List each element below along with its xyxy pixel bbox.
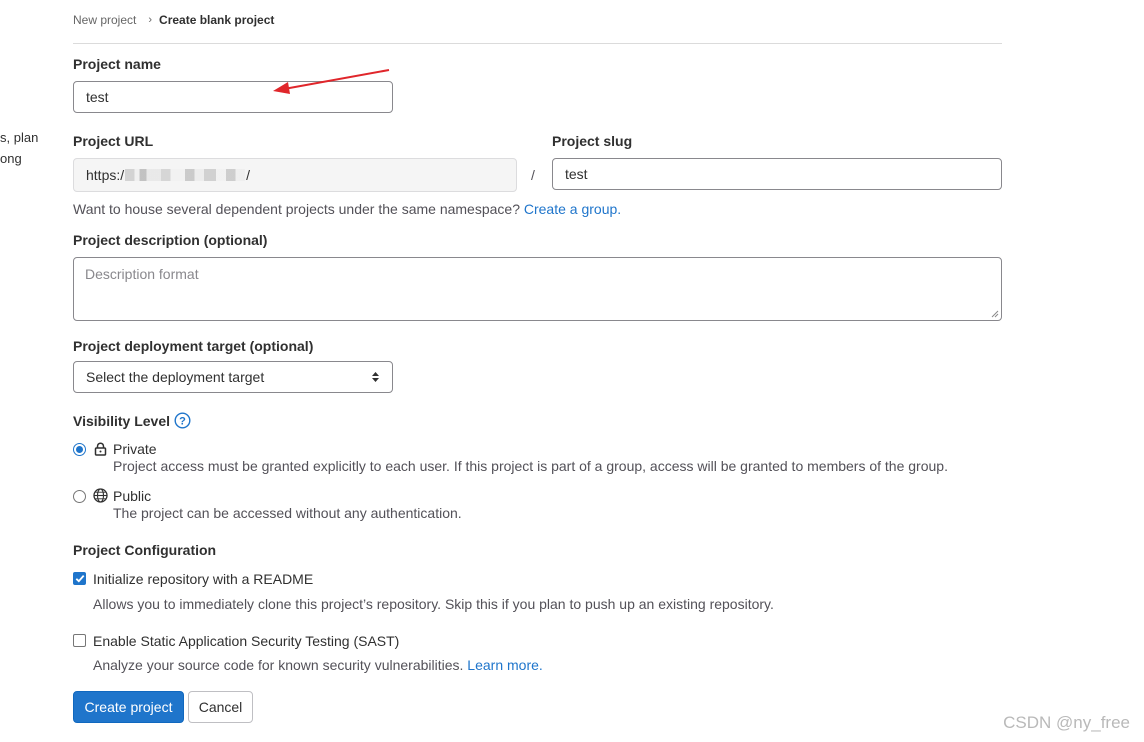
divider [73,43,1002,44]
globe-icon [93,488,108,503]
sast-checkbox[interactable] [73,634,86,647]
configuration-label: Project Configuration [73,542,217,558]
sast-desc: Analyze your source code for known secur… [93,657,464,673]
chevron-right-icon: › [148,14,153,26]
project-url-prefix: https:/ [86,167,125,183]
project-name-label: Project name [73,56,161,72]
description-textarea[interactable]: Description format [73,257,1002,321]
project-slug-value: test [565,166,588,182]
url-slash: / [531,167,535,183]
namespace-help: Want to house several dependent projects… [73,201,621,217]
create-group-link[interactable]: Create a group. [524,201,621,217]
visibility-label: Visibility Level [73,412,171,429]
readme-checkbox[interactable] [73,572,86,585]
svg-text:?: ? [179,416,186,428]
sast-desc-line: Analyze your source code for known secur… [93,657,543,673]
readme-desc: Allows you to immediately clone this pro… [93,596,774,612]
watermark: CSDN @ny_free [1003,713,1130,732]
breadcrumb-new-project[interactable]: New project [73,13,136,27]
cutoff-text-2: ong [0,151,22,166]
readme-label[interactable]: Initialize repository with a README [93,571,313,587]
resize-handle-icon[interactable] [991,310,999,318]
breadcrumb: New project › Create blank project [73,13,274,27]
visibility-public-radio[interactable] [73,490,86,503]
project-slug-input[interactable]: test [552,158,1002,190]
deployment-selected: Select the deployment target [86,369,265,385]
project-url-input[interactable]: https:/ / [73,158,517,192]
question-icon[interactable]: ? [174,412,191,429]
visibility-public-desc: The project can be accessed without any … [113,505,462,521]
project-url-label: Project URL [73,133,154,149]
visibility-heading: Visibility Level ? [73,412,191,429]
namespace-help-text: Want to house several dependent projects… [73,201,520,217]
learn-more-link[interactable]: Learn more. [467,657,542,673]
deployment-select[interactable]: Select the deployment target [73,361,393,393]
project-url-suffix: / [246,167,251,183]
visibility-public-label: Public [113,488,152,504]
breadcrumb-current: Create blank project [159,13,275,27]
cutoff-text-1: s, plan [0,130,39,145]
sast-label[interactable]: Enable Static Application Security Testi… [93,633,399,649]
visibility-private-desc: Project access must be granted explicitl… [113,458,948,474]
create-project-button[interactable]: Create project [73,691,184,723]
description-placeholder: Description format [85,266,199,282]
checkmark-icon [75,575,84,583]
select-arrows-icon [372,372,379,382]
visibility-private-label: Private [113,441,157,457]
deployment-label: Project deployment target (optional) [73,338,314,354]
project-slug-label: Project slug [552,133,633,149]
annotation-arrow-icon [273,69,390,94]
lock-icon [94,442,107,456]
description-label: Project description (optional) [73,232,268,248]
visibility-private-radio[interactable] [73,443,86,456]
project-name-value: test [86,89,109,105]
cancel-button[interactable]: Cancel [188,691,253,723]
redacted-namespace [125,169,246,181]
